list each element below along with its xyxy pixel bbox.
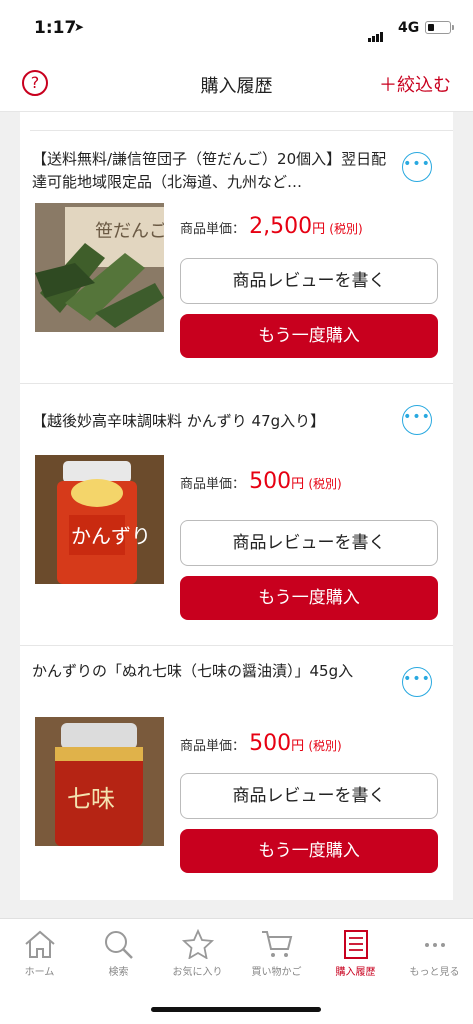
price-amount: 500: [249, 731, 292, 756]
price-line: 商品単価： 500円 (税別): [180, 731, 342, 756]
tab-more[interactable]: もっと見る: [395, 919, 473, 989]
price-currency: 円: [291, 739, 305, 754]
svg-text:七味: 七味: [67, 785, 115, 813]
home-icon: [24, 930, 55, 958]
more-options-button[interactable]: •••: [402, 152, 432, 182]
tab-favorites[interactable]: お気に入り: [158, 919, 237, 989]
divider: [30, 130, 453, 131]
tab-home[interactable]: ホーム: [0, 919, 79, 989]
app-header: ? 購入履歴 ＋絞込む: [0, 56, 473, 112]
signal-icon: [368, 23, 384, 42]
tab-cart[interactable]: 買い物かご: [237, 919, 316, 989]
svg-text:かんずり: かんずり: [71, 524, 151, 548]
product-image[interactable]: 七味: [35, 717, 164, 846]
tax-note: (税別): [308, 739, 342, 753]
purchase-history-list: 【送料無料/謙信笹団子（笹だんご）20個入】翌日配達可能地域限定品（北海道、九州…: [20, 112, 453, 900]
more-options-button[interactable]: •••: [402, 667, 432, 697]
cart-icon: [261, 931, 292, 957]
svg-text:笹だんご: 笹だんご: [95, 221, 164, 242]
price-label: 商品単価：: [180, 477, 246, 492]
tax-note: (税別): [329, 222, 363, 236]
tab-search[interactable]: 検索: [79, 919, 158, 989]
divider: [20, 645, 453, 646]
product-image[interactable]: かんずり: [35, 455, 164, 584]
tax-note: (税別): [308, 477, 342, 491]
buy-again-button[interactable]: もう一度購入: [180, 314, 438, 358]
price-amount: 2,500: [249, 214, 313, 239]
price-line: 商品単価： 500円 (税別): [180, 469, 342, 494]
price-amount: 500: [249, 469, 292, 494]
product-image[interactable]: 笹だんご: [35, 203, 164, 332]
write-review-button[interactable]: 商品レビューを書く: [180, 773, 438, 819]
more-options-button[interactable]: •••: [402, 405, 432, 435]
tab-label: もっと見る: [409, 967, 460, 978]
price-currency: 円: [312, 222, 326, 237]
item-title[interactable]: 【送料無料/謙信笹団子（笹だんご）20個入】翌日配達可能地域限定品（北海道、九州…: [32, 148, 387, 194]
tab-label: 検索: [108, 967, 129, 978]
price-currency: 円: [291, 477, 305, 492]
more-dots-icon: [424, 943, 445, 947]
history-list-icon: [343, 930, 368, 959]
price-label: 商品単価：: [180, 222, 246, 237]
status-time: 1:17: [34, 18, 77, 38]
price-line: 商品単価： 2,500円 (税別): [180, 214, 363, 239]
tab-label: 買い物かご: [251, 967, 302, 978]
location-arrow-icon: ➤: [74, 20, 85, 34]
divider: [20, 383, 453, 384]
buy-again-button[interactable]: もう一度購入: [180, 576, 438, 620]
search-icon: [104, 931, 133, 959]
tab-purchase-history[interactable]: 購入履歴: [316, 919, 395, 989]
buy-again-button[interactable]: もう一度購入: [180, 829, 438, 873]
battery-icon: [425, 21, 454, 34]
tab-label: お気に入り: [172, 967, 223, 978]
tab-label: 購入履歴: [335, 967, 376, 978]
item-title[interactable]: 【越後妙高辛味調味料 かんずり 47g入り】: [32, 410, 387, 433]
star-icon: [181, 929, 214, 959]
tab-label: ホーム: [24, 967, 55, 978]
write-review-button[interactable]: 商品レビューを書く: [180, 258, 438, 304]
home-indicator[interactable]: [151, 1007, 321, 1012]
write-review-button[interactable]: 商品レビューを書く: [180, 520, 438, 566]
filter-button[interactable]: ＋絞込む: [379, 71, 451, 97]
price-label: 商品単価：: [180, 739, 246, 754]
network-label: 4G: [398, 20, 420, 36]
status-bar: 1:17 ➤ 4G: [0, 0, 473, 56]
item-title[interactable]: かんずりの「ぬれ七味（七味の醤油漬）」45g入: [32, 660, 387, 683]
